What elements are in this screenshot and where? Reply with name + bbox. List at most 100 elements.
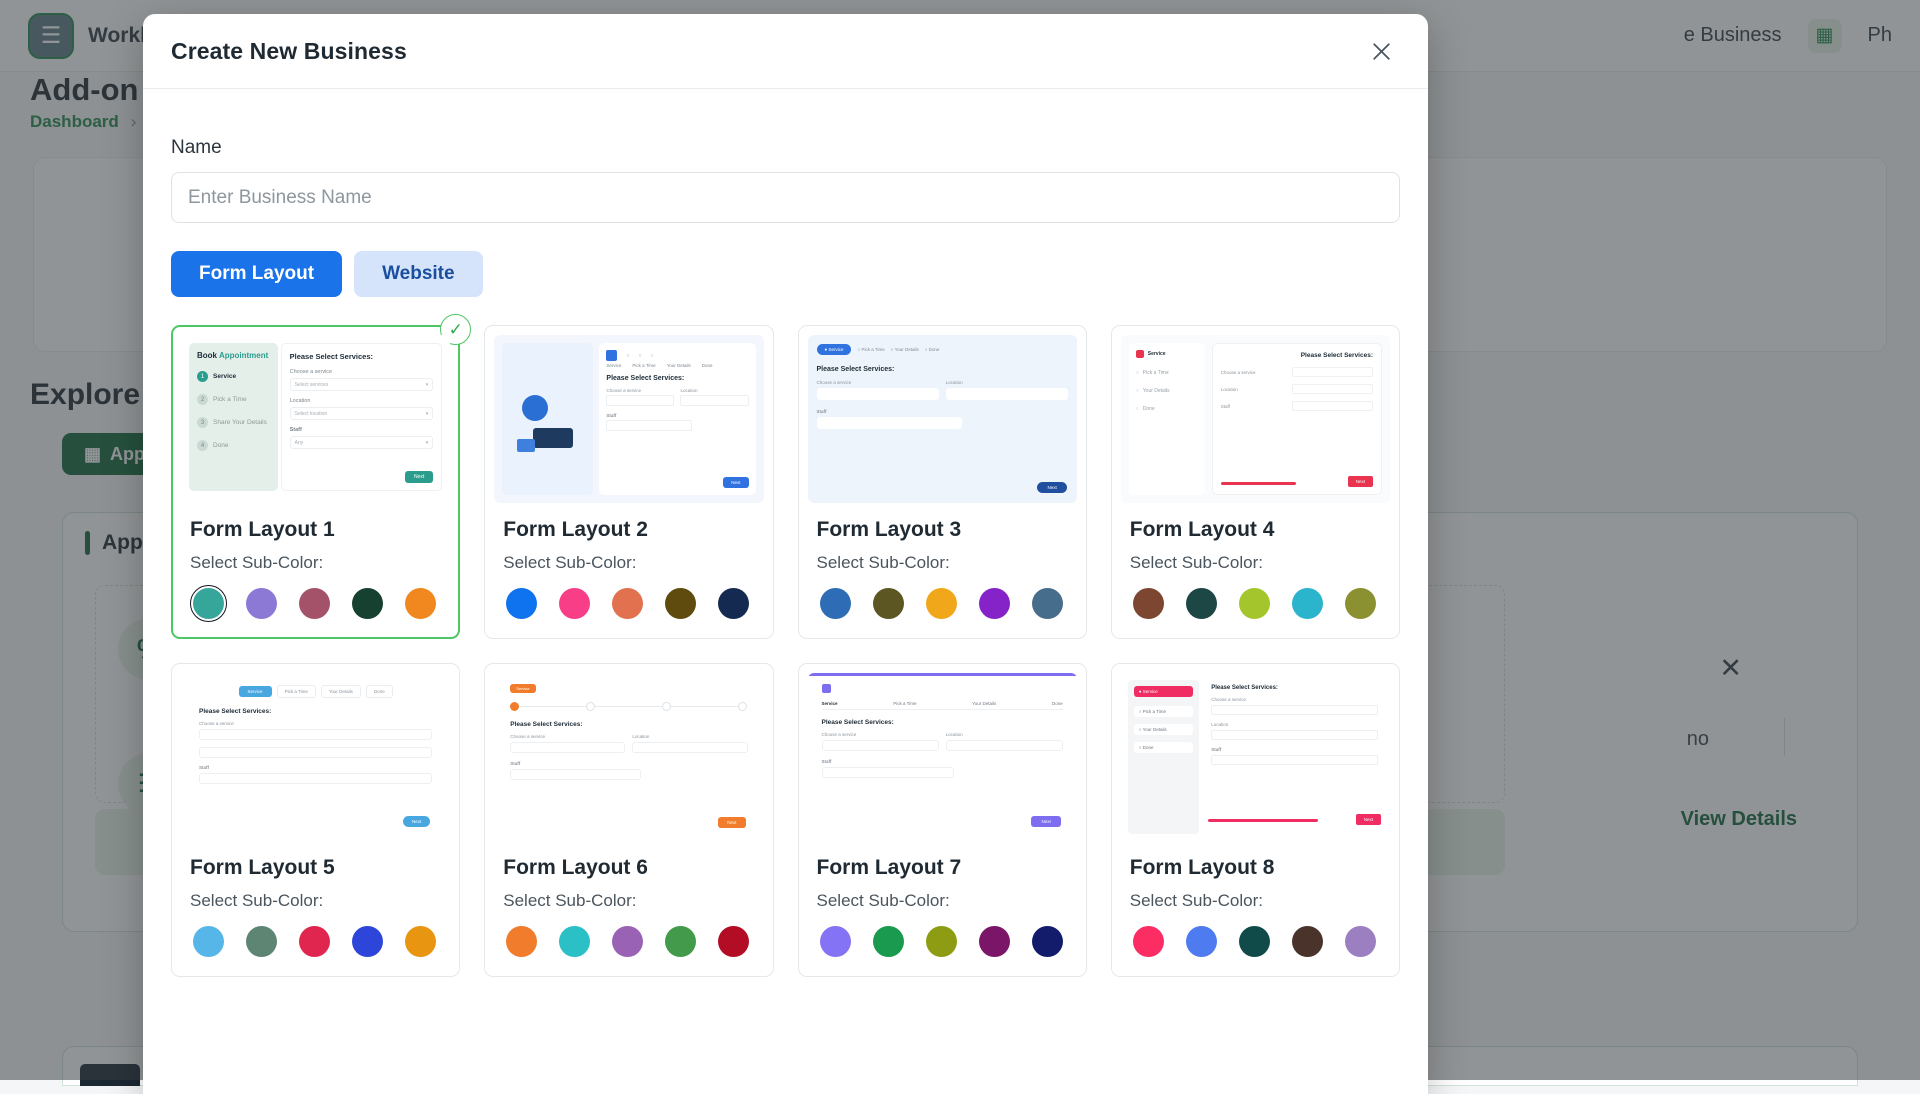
- color-swatch-2-3[interactable]: [612, 588, 643, 619]
- swatch-wrapper-2-1[interactable]: [503, 585, 540, 622]
- swatch-wrapper-8-3[interactable]: [1236, 923, 1273, 960]
- swatch-wrapper-8-1[interactable]: [1130, 923, 1167, 960]
- tab-website[interactable]: Website: [354, 251, 483, 297]
- color-swatch-2-5[interactable]: [718, 588, 749, 619]
- layout-thumbnail-5[interactable]: Service Pick a Time Your Details Done Pl…: [181, 673, 450, 841]
- layout-thumbnail-2[interactable]: ○○○ ServicePick a TimeYour DetailsDone P…: [494, 335, 763, 503]
- swatch-wrapper-3-4[interactable]: [976, 585, 1013, 622]
- color-swatch-8-1[interactable]: [1133, 926, 1164, 957]
- layout-thumbnail-3[interactable]: ● Service ○ Pick a Time ○ Your Details ○…: [808, 335, 1077, 503]
- swatch-wrapper-2-4[interactable]: [662, 585, 699, 622]
- color-swatch-4-3[interactable]: [1239, 588, 1270, 619]
- color-swatch-8-2[interactable]: [1186, 926, 1217, 957]
- color-swatch-7-1[interactable]: [820, 926, 851, 957]
- layout-card-7[interactable]: ServicePick a TimeYour DetailsDone Pleas…: [798, 663, 1087, 977]
- layout-thumbnail-1[interactable]: Book Appointment 1Service 2Pick a Time 3…: [181, 335, 450, 503]
- swatch-wrapper-1-1[interactable]: [190, 585, 227, 622]
- swatch-wrapper-3-1[interactable]: [817, 585, 854, 622]
- color-swatch-5-5[interactable]: [405, 926, 436, 957]
- color-swatch-8-4[interactable]: [1292, 926, 1323, 957]
- swatch-wrapper-5-1[interactable]: [190, 923, 227, 960]
- color-swatch-3-2[interactable]: [873, 588, 904, 619]
- business-name-input[interactable]: [171, 172, 1400, 223]
- swatch-wrapper-8-5[interactable]: [1342, 923, 1379, 960]
- swatch-wrapper-8-2[interactable]: [1183, 923, 1220, 960]
- color-swatch-4-2[interactable]: [1186, 588, 1217, 619]
- swatch-wrapper-2-2[interactable]: [556, 585, 593, 622]
- color-swatch-6-1[interactable]: [506, 926, 537, 957]
- swatch-wrapper-4-1[interactable]: [1130, 585, 1167, 622]
- color-swatch-1-2[interactable]: [246, 588, 277, 619]
- color-swatch-1-1[interactable]: [193, 588, 224, 619]
- color-swatch-5-3[interactable]: [299, 926, 330, 957]
- swatch-wrapper-6-3[interactable]: [609, 923, 646, 960]
- swatch-wrapper-4-5[interactable]: [1342, 585, 1379, 622]
- layout-card-5[interactable]: Service Pick a Time Your Details Done Pl…: [171, 663, 460, 977]
- color-swatch-6-3[interactable]: [612, 926, 643, 957]
- color-swatch-1-4[interactable]: [352, 588, 383, 619]
- swatch-wrapper-5-4[interactable]: [349, 923, 386, 960]
- color-swatch-5-1[interactable]: [193, 926, 224, 957]
- color-swatch-6-2[interactable]: [559, 926, 590, 957]
- swatch-wrapper-6-2[interactable]: [556, 923, 593, 960]
- swatch-wrapper-7-4[interactable]: [976, 923, 1013, 960]
- color-swatch-5-4[interactable]: [352, 926, 383, 957]
- color-swatch-2-4[interactable]: [665, 588, 696, 619]
- swatch-wrapper-6-4[interactable]: [662, 923, 699, 960]
- swatch-wrapper-1-4[interactable]: [349, 585, 386, 622]
- layout-card-1[interactable]: ✓ Book Appointment 1Service 2Pick a Time…: [171, 325, 460, 639]
- color-swatch-4-5[interactable]: [1345, 588, 1376, 619]
- color-swatch-3-3[interactable]: [926, 588, 957, 619]
- color-swatch-4-4[interactable]: [1292, 588, 1323, 619]
- layout-card-8[interactable]: ● Service ○ Pick a Time ○ Your Details ○…: [1111, 663, 1400, 977]
- swatch-wrapper-2-5[interactable]: [715, 585, 752, 622]
- color-swatch-8-5[interactable]: [1345, 926, 1376, 957]
- swatch-wrapper-2-3[interactable]: [609, 585, 646, 622]
- layout-thumbnail-7[interactable]: ServicePick a TimeYour DetailsDone Pleas…: [808, 673, 1077, 841]
- swatch-wrapper-1-2[interactable]: [243, 585, 280, 622]
- color-swatch-7-4[interactable]: [979, 926, 1010, 957]
- layout-card-3[interactable]: ● Service ○ Pick a Time ○ Your Details ○…: [798, 325, 1087, 639]
- color-swatch-1-3[interactable]: [299, 588, 330, 619]
- swatch-wrapper-1-3[interactable]: [296, 585, 333, 622]
- swatch-wrapper-6-5[interactable]: [715, 923, 752, 960]
- swatch-wrapper-3-2[interactable]: [870, 585, 907, 622]
- swatch-wrapper-5-3[interactable]: [296, 923, 333, 960]
- swatch-wrapper-7-2[interactable]: [870, 923, 907, 960]
- layout-thumbnail-4[interactable]: Service ○Pick a Time ○Your Details ○Done…: [1121, 335, 1390, 503]
- color-swatch-6-4[interactable]: [665, 926, 696, 957]
- color-swatch-5-2[interactable]: [246, 926, 277, 957]
- layout-thumbnail-6[interactable]: Service Please Select Services: Choose a…: [494, 673, 763, 841]
- color-swatch-2-1[interactable]: [506, 588, 537, 619]
- color-swatch-6-5[interactable]: [718, 926, 749, 957]
- color-swatch-3-4[interactable]: [979, 588, 1010, 619]
- layout-card-6[interactable]: Service Please Select Services: Choose a…: [484, 663, 773, 977]
- layout-card-2[interactable]: ○○○ ServicePick a TimeYour DetailsDone P…: [484, 325, 773, 639]
- swatch-wrapper-6-1[interactable]: [503, 923, 540, 960]
- swatch-wrapper-4-3[interactable]: [1236, 585, 1273, 622]
- layout-thumbnail-8[interactable]: ● Service ○ Pick a Time ○ Your Details ○…: [1121, 673, 1390, 841]
- color-swatch-7-3[interactable]: [926, 926, 957, 957]
- swatch-wrapper-5-2[interactable]: [243, 923, 280, 960]
- color-swatch-3-5[interactable]: [1032, 588, 1063, 619]
- tab-form-layout[interactable]: Form Layout: [171, 251, 342, 297]
- color-swatch-7-2[interactable]: [873, 926, 904, 957]
- swatch-wrapper-3-3[interactable]: [923, 585, 960, 622]
- color-swatch-2-2[interactable]: [559, 588, 590, 619]
- color-swatch-7-5[interactable]: [1032, 926, 1063, 957]
- color-swatch-4-1[interactable]: [1133, 588, 1164, 619]
- swatch-wrapper-4-2[interactable]: [1183, 585, 1220, 622]
- swatch-wrapper-8-4[interactable]: [1289, 923, 1326, 960]
- color-swatch-8-3[interactable]: [1239, 926, 1270, 957]
- swatch-wrapper-4-4[interactable]: [1289, 585, 1326, 622]
- color-swatch-1-5[interactable]: [405, 588, 436, 619]
- swatch-wrapper-1-5[interactable]: [402, 585, 439, 622]
- close-icon[interactable]: [1362, 32, 1400, 70]
- color-swatch-3-1[interactable]: [820, 588, 851, 619]
- swatch-wrapper-7-1[interactable]: [817, 923, 854, 960]
- swatch-wrapper-7-3[interactable]: [923, 923, 960, 960]
- swatch-wrapper-7-5[interactable]: [1029, 923, 1066, 960]
- swatch-wrapper-3-5[interactable]: [1029, 585, 1066, 622]
- swatch-wrapper-5-5[interactable]: [402, 923, 439, 960]
- layout-card-4[interactable]: Service ○Pick a Time ○Your Details ○Done…: [1111, 325, 1400, 639]
